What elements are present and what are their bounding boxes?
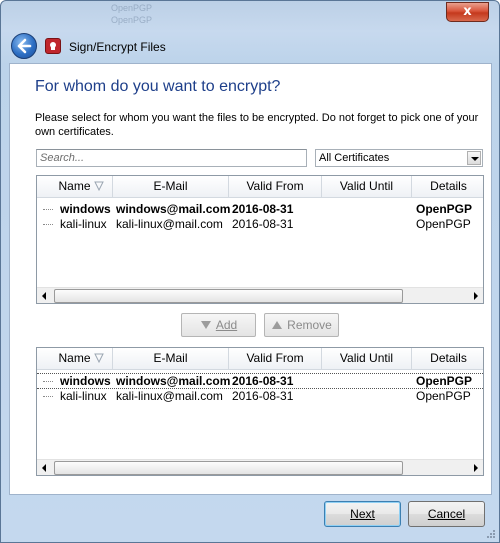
scrollbar-thumb[interactable] — [54, 461, 403, 475]
next-button[interactable]: Next — [324, 501, 401, 527]
column-header-valid-until[interactable]: Valid Until — [322, 348, 412, 369]
cell-email: windows@mail.com — [116, 374, 230, 388]
column-header-valid-from[interactable]: Valid From — [229, 348, 322, 369]
cell-valid-from: 2016-08-31 — [232, 202, 294, 216]
cell-name: kali-linux — [60, 217, 107, 231]
kleopatra-app-icon — [45, 38, 61, 54]
sort-indicator-icon — [94, 353, 104, 363]
column-header-email[interactable]: E-Mail — [113, 348, 229, 369]
ghost-text: OpenPGP — [111, 15, 153, 25]
table-row[interactable]: windows windows@mail.com 2016-08-31 Open… — [37, 202, 483, 217]
horizontal-scrollbar[interactable] — [37, 459, 483, 475]
scroll-right-icon[interactable] — [467, 288, 483, 303]
dialog-window: OpenPGP OpenPGP x Sign/Encrypt Files For… — [0, 0, 500, 543]
wizard-page: For whom do you want to encrypt? Please … — [9, 63, 492, 495]
table-row[interactable]: kali-linux kali-linux@mail.com 2016-08-3… — [37, 217, 483, 232]
column-header-valid-from[interactable]: Valid From — [229, 176, 322, 197]
scrollbar-thumb[interactable] — [54, 289, 403, 303]
remove-button[interactable]: Remove — [264, 313, 339, 337]
cell-name: kali-linux — [60, 389, 107, 403]
cell-details: OpenPGP — [416, 217, 471, 231]
instructions-text: Please select for whom you want the file… — [35, 112, 479, 138]
certificate-filter-select[interactable]: All Certificates — [315, 149, 483, 167]
cell-email: windows@mail.com — [116, 202, 230, 216]
cancel-button[interactable]: Cancel — [408, 501, 485, 527]
column-header-name[interactable]: Name — [37, 176, 113, 197]
selected-recipients-table[interactable]: Name E-Mail Valid From Valid Until Detai… — [36, 347, 484, 476]
cell-name: windows — [60, 374, 111, 388]
column-header-email[interactable]: E-Mail — [113, 176, 229, 197]
column-header-details[interactable]: Details — [412, 348, 483, 369]
available-certificates-table[interactable]: Name E-Mail Valid From Valid Until Detai… — [36, 175, 484, 304]
close-button[interactable]: x — [446, 2, 489, 22]
cell-details: OpenPGP — [416, 202, 473, 216]
table-row[interactable]: windows windows@mail.com 2016-08-31 Open… — [37, 373, 483, 389]
scroll-right-icon[interactable] — [467, 460, 483, 475]
cell-email: kali-linux@mail.com — [116, 389, 223, 403]
cell-valid-from: 2016-08-31 — [232, 374, 294, 388]
cell-name: windows — [60, 202, 111, 216]
scroll-left-icon[interactable] — [37, 460, 53, 475]
column-header-valid-until[interactable]: Valid Until — [322, 176, 412, 197]
filter-selected-value: All Certificates — [319, 152, 390, 164]
cell-details: OpenPGP — [416, 389, 471, 403]
arrow-down-icon — [200, 321, 211, 329]
ghost-text: OpenPGP — [111, 3, 153, 13]
window-title: Sign/Encrypt Files — [69, 40, 166, 54]
nav-bar: Sign/Encrypt Files — [1, 29, 499, 63]
table-row[interactable]: kali-linux kali-linux@mail.com 2016-08-3… — [37, 389, 483, 404]
sort-indicator-icon — [94, 181, 104, 191]
scroll-left-icon[interactable] — [37, 288, 53, 303]
title-bar[interactable]: OpenPGP OpenPGP x — [1, 1, 499, 29]
back-arrow-icon — [17, 38, 32, 54]
chevron-down-icon[interactable] — [467, 151, 481, 165]
back-button[interactable] — [11, 33, 37, 59]
arrow-up-icon — [272, 321, 283, 329]
column-header-details[interactable]: Details — [412, 176, 483, 197]
cell-valid-from: 2016-08-31 — [232, 217, 294, 231]
column-header-name[interactable]: Name — [37, 348, 113, 369]
resize-grip-icon[interactable] — [486, 529, 496, 539]
cell-email: kali-linux@mail.com — [116, 217, 223, 231]
cell-details: OpenPGP — [416, 374, 473, 388]
cell-valid-from: 2016-08-31 — [232, 389, 294, 403]
add-button[interactable]: Add — [181, 313, 256, 337]
table-header: Name E-Mail Valid From Valid Until Detai… — [37, 176, 483, 198]
page-heading: For whom do you want to encrypt? — [35, 78, 281, 95]
search-input[interactable] — [36, 149, 307, 167]
table-header: Name E-Mail Valid From Valid Until Detai… — [37, 348, 483, 370]
horizontal-scrollbar[interactable] — [37, 287, 483, 303]
close-icon: x — [463, 4, 472, 19]
